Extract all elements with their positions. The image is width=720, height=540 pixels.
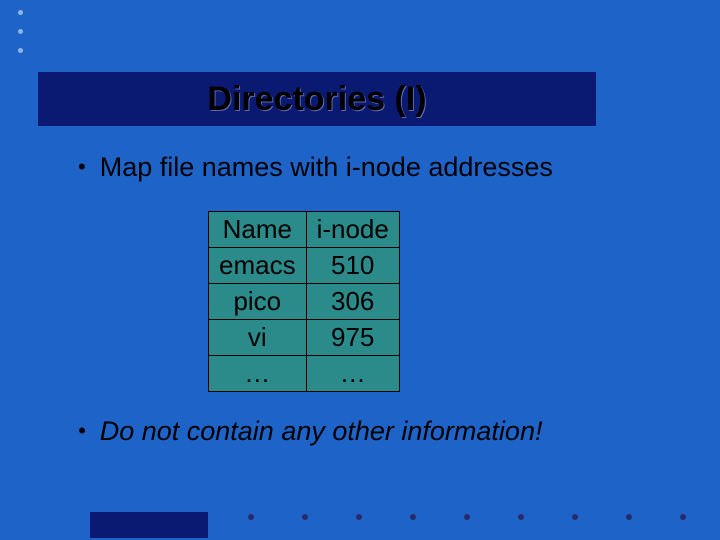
dot-icon: [18, 48, 23, 53]
dot-icon: [464, 514, 470, 520]
table-cell: 975: [306, 320, 399, 356]
dot-icon: [572, 514, 578, 520]
dot-icon: [410, 514, 416, 520]
dot-icon: [680, 514, 686, 520]
table-header-cell: i-node: [306, 212, 399, 248]
table-cell: …: [209, 356, 307, 392]
decorative-dots-bottom: [248, 514, 686, 520]
table-row: pico 306: [209, 284, 400, 320]
table-cell: pico: [209, 284, 307, 320]
dot-icon: [18, 10, 23, 15]
bullet-icon: •: [78, 152, 86, 183]
dot-icon: [248, 514, 254, 520]
decorative-bottom-bar: [90, 512, 208, 538]
slide-title-bar: Directories (I): [38, 72, 596, 126]
table-row: … …: [209, 356, 400, 392]
inode-table: Name i-node emacs 510 pico 306 vi 975 … …: [208, 211, 400, 392]
slide-content: • Map file names with i-node addresses N…: [78, 152, 680, 475]
slide-title: Directories (I): [207, 80, 426, 119]
dot-icon: [626, 514, 632, 520]
bullet-text: Map file names with i-node addresses: [100, 152, 553, 183]
table-header-cell: Name: [209, 212, 307, 248]
dot-icon: [18, 29, 23, 34]
table-header-row: Name i-node: [209, 212, 400, 248]
table-cell: …: [306, 356, 399, 392]
inode-table-wrap: Name i-node emacs 510 pico 306 vi 975 … …: [208, 211, 680, 392]
table-cell: 306: [306, 284, 399, 320]
bullet-item: • Map file names with i-node addresses: [78, 152, 680, 183]
dot-icon: [302, 514, 308, 520]
bullet-item: • Do not contain any other information!: [78, 416, 680, 447]
dot-icon: [356, 514, 362, 520]
table-cell: emacs: [209, 248, 307, 284]
table-cell: vi: [209, 320, 307, 356]
decorative-dots-top: [18, 10, 23, 53]
table-cell: 510: [306, 248, 399, 284]
table-row: vi 975: [209, 320, 400, 356]
bullet-text: Do not contain any other information!: [100, 416, 543, 447]
table-row: emacs 510: [209, 248, 400, 284]
bullet-icon: •: [78, 416, 86, 447]
dot-icon: [518, 514, 524, 520]
